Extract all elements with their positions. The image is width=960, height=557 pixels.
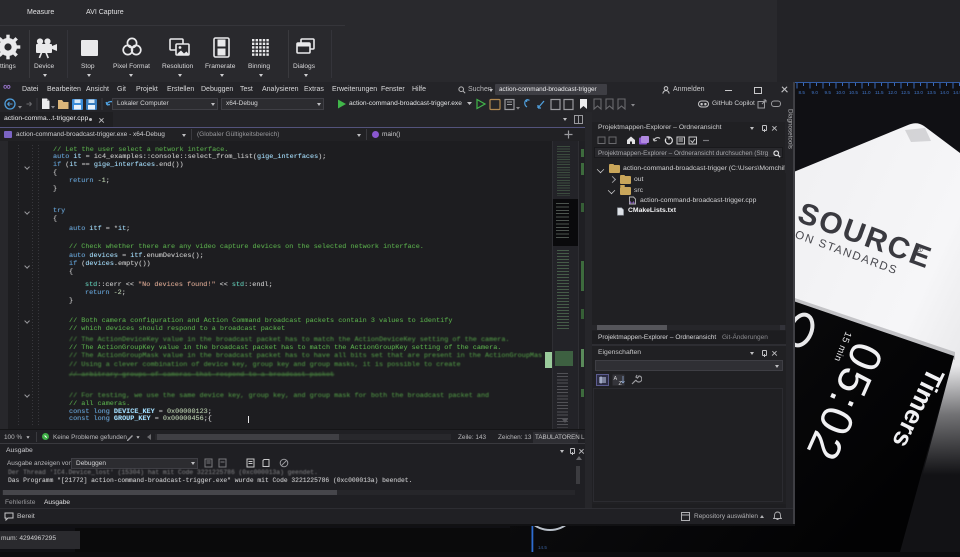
svg-text:A: A [614, 376, 618, 382]
svg-text:8.5: 8.5 [799, 90, 806, 95]
svg-text:10.5: 10.5 [849, 90, 858, 95]
svg-text:14.5: 14.5 [538, 545, 547, 550]
svg-text:12.0: 12.0 [888, 90, 897, 95]
svg-text:12.5: 12.5 [901, 90, 910, 95]
svg-text:10.0: 10.0 [836, 90, 845, 95]
svg-text:11.0: 11.0 [862, 90, 871, 95]
svg-text:13.0: 13.0 [914, 90, 923, 95]
svg-text:13.5: 13.5 [927, 90, 936, 95]
svg-text:9.5: 9.5 [825, 90, 832, 95]
svg-text:11.5: 11.5 [875, 90, 884, 95]
svg-text:14.0: 14.0 [940, 90, 949, 95]
svg-text:14.5: 14.5 [953, 90, 960, 95]
svg-text:++: ++ [629, 201, 635, 206]
svg-text:9.0: 9.0 [812, 90, 819, 95]
